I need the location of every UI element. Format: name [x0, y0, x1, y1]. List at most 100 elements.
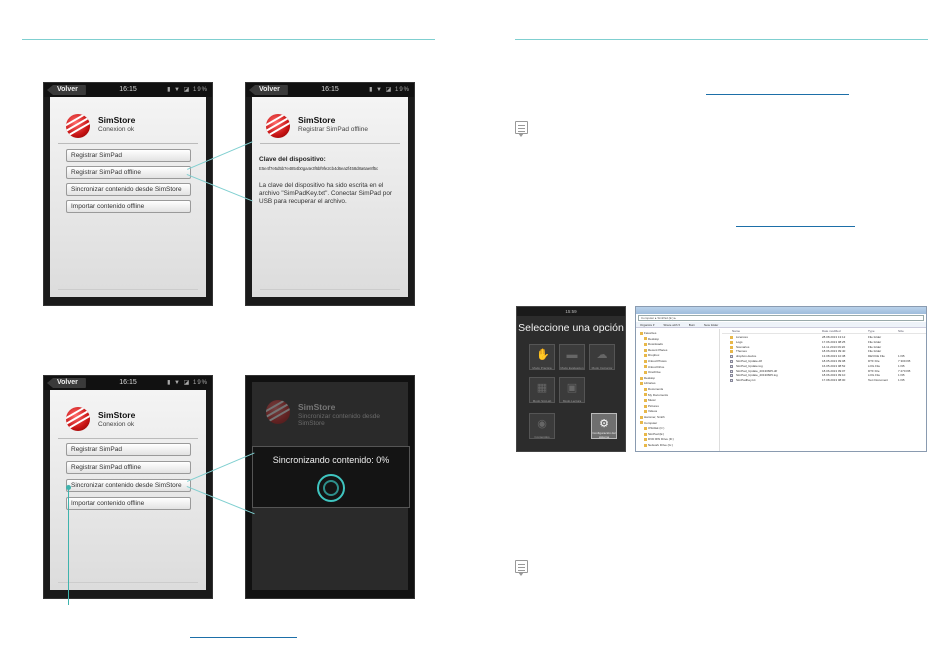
nav-item[interactable]: Computer [640, 421, 657, 425]
option-selection-screen: 15:59 Seleccione una opción ✋ Modo Practi… [516, 306, 626, 452]
nav-item-label: OneDrive [648, 370, 661, 375]
back-button[interactable]: Volver [47, 378, 86, 388]
nav-item[interactable]: Documents [644, 387, 663, 391]
register-simpad-button[interactable]: Registrar SimPad [66, 443, 191, 456]
tile-label: Configuración del sistema [592, 431, 616, 439]
col-date[interactable]: Date modified [822, 329, 841, 334]
nav-item[interactable]: Pictures [644, 404, 659, 408]
hyperlink-underline-2[interactable] [736, 226, 855, 227]
nav-item[interactable]: Network Drive (G:) [644, 443, 673, 447]
bottom-divider [260, 289, 400, 290]
tile-system-settings[interactable]: ⚙ Configuración del sistema [591, 413, 617, 439]
pointer-line [68, 487, 69, 605]
nav-item-label: Recent Places [648, 347, 668, 352]
register-simpad-offline-button[interactable]: Registrar SimPad offline [66, 461, 191, 474]
option-screen-title: Seleccione una opción [518, 322, 624, 334]
explorer-address-bar[interactable]: Computer ▸ SimPad (E:) ▸ [638, 315, 924, 321]
tile-reading-mode[interactable]: ▣ Modo Lectura [559, 377, 585, 403]
file-type: Text Document [868, 378, 889, 383]
folder-icon [644, 438, 647, 442]
tile-simlab-mode[interactable]: ▦ Modo SimLab [529, 377, 555, 403]
folder-icon [644, 387, 647, 391]
file-date: 17.08.2013 08:00 [822, 378, 846, 383]
device-key-info: La clave del dispositivo ha sido escrita… [259, 182, 392, 205]
app-screen: SimStore Conexion ok Registrar SimPad Re… [50, 97, 206, 297]
tile-instructor-mode[interactable]: ☁ Modo Instructor [589, 344, 615, 370]
device-key-block: Clave del dispositivo: E5e4f7e5d5b7e4854… [259, 156, 404, 173]
nav-item[interactable]: Dropbox [644, 353, 659, 357]
folder-icon [644, 348, 647, 352]
file-name: SimPadKey.txt [736, 378, 756, 383]
back-button[interactable]: Volver [249, 85, 288, 95]
nav-item[interactable]: Music [644, 398, 656, 402]
loading-spinner-inner [323, 480, 339, 496]
new-folder-button[interactable]: New folder [704, 323, 718, 327]
bottom-divider [58, 582, 198, 583]
folder-icon [644, 432, 647, 436]
divider [58, 143, 198, 144]
import-offline-button[interactable]: Importar contenido offline [66, 497, 191, 510]
tile-label: Modo Lectura [562, 399, 582, 403]
sync-content-button[interactable]: Sincronizar contenido desde SimStore [66, 479, 191, 492]
tile-contents[interactable]: ◉ Contenidos [529, 413, 555, 439]
explorer-titlebar [636, 307, 926, 314]
file-size: 1 KB [898, 378, 905, 383]
nav-item[interactable]: Desktop [640, 376, 655, 380]
col-type[interactable]: Type [868, 329, 875, 334]
nav-item[interactable]: OS/disk (C:) [644, 426, 664, 430]
register-simpad-button[interactable]: Registrar SimPad [66, 149, 191, 162]
tile-evaluation-mode[interactable]: ▬ Modo Evaluacion [559, 344, 585, 370]
cloud-icon: ☁ [596, 349, 608, 361]
nav-item[interactable]: iCloud Drive [644, 365, 664, 369]
sync-content-button[interactable]: Sincronizar contenido desde SimStore [66, 183, 191, 196]
folder-icon [644, 410, 647, 414]
import-offline-button[interactable]: Importar contenido offline [66, 200, 191, 213]
nav-item[interactable]: OneDrive [644, 370, 661, 374]
file-icon [730, 360, 733, 363]
nav-item[interactable]: iCloud Photos [644, 359, 667, 363]
status-icons: ▮ ▼ ◪ 19% [369, 87, 410, 93]
nav-item[interactable]: Recent Places [644, 348, 667, 352]
file-icon [730, 379, 733, 383]
folder-icon [640, 421, 643, 425]
col-size[interactable]: Size [898, 329, 904, 334]
nav-item[interactable]: My Documents [644, 393, 668, 397]
file-icon [730, 369, 733, 373]
tile-practice-mode[interactable]: ✋ Modo Practica [529, 344, 555, 370]
col-name[interactable]: Name [732, 329, 740, 334]
back-button[interactable]: Volver [47, 85, 86, 95]
nav-item[interactable]: Hammer, Smith [640, 415, 665, 419]
divider [58, 438, 198, 439]
folder-icon [730, 350, 733, 354]
burn-button[interactable]: Burn [689, 323, 695, 327]
hyperlink-underline-1[interactable] [706, 94, 849, 95]
nav-item[interactable]: SimPad (E:) [644, 432, 664, 436]
nav-item-label: Hammer, Smith [644, 415, 665, 419]
nav-item[interactable]: Videos [644, 409, 657, 413]
file-icon [730, 364, 733, 368]
nav-item[interactable]: Downloads [644, 342, 663, 346]
nav-item[interactable]: Favorites [640, 331, 656, 335]
explorer-column-headers: Name Date modified Type Size [722, 329, 926, 334]
simstore-logo-icon [66, 114, 90, 138]
nav-item[interactable]: Desktop [644, 337, 659, 341]
folder-icon [640, 331, 643, 335]
hand-icon: ✋ [536, 349, 550, 361]
folder-icon [640, 382, 643, 386]
nav-item-label: Network Drive (G:) [648, 443, 673, 447]
device-screen-offline-key: 16:15 Volver ▮ ▼ ◪ 19% SimStore Registra… [245, 82, 415, 306]
nav-item-label: Documents [648, 387, 664, 391]
register-simpad-offline-button[interactable]: Registrar SimPad offline [66, 166, 191, 179]
organize-menu[interactable]: Organize ▾ [640, 323, 655, 327]
folder-icon [644, 354, 647, 358]
note-icon [515, 560, 528, 576]
simstore-logo-icon [266, 114, 290, 138]
tile-label: Modo Instructor [591, 366, 613, 370]
hyperlink-underline-3[interactable] [190, 637, 297, 638]
bottom-divider [58, 289, 198, 290]
nav-item[interactable]: Libraries [640, 381, 656, 385]
file-row[interactable]: SimPadKey.txt 17.08.2013 08:00 Text Docume… [722, 378, 926, 383]
explorer-toolbar: Organize ▾ Share with ▾ Burn New folder [636, 322, 926, 328]
share-with-menu[interactable]: Share with ▾ [663, 323, 680, 327]
nav-item[interactable]: DVD RW Drive (D:) [644, 437, 674, 441]
